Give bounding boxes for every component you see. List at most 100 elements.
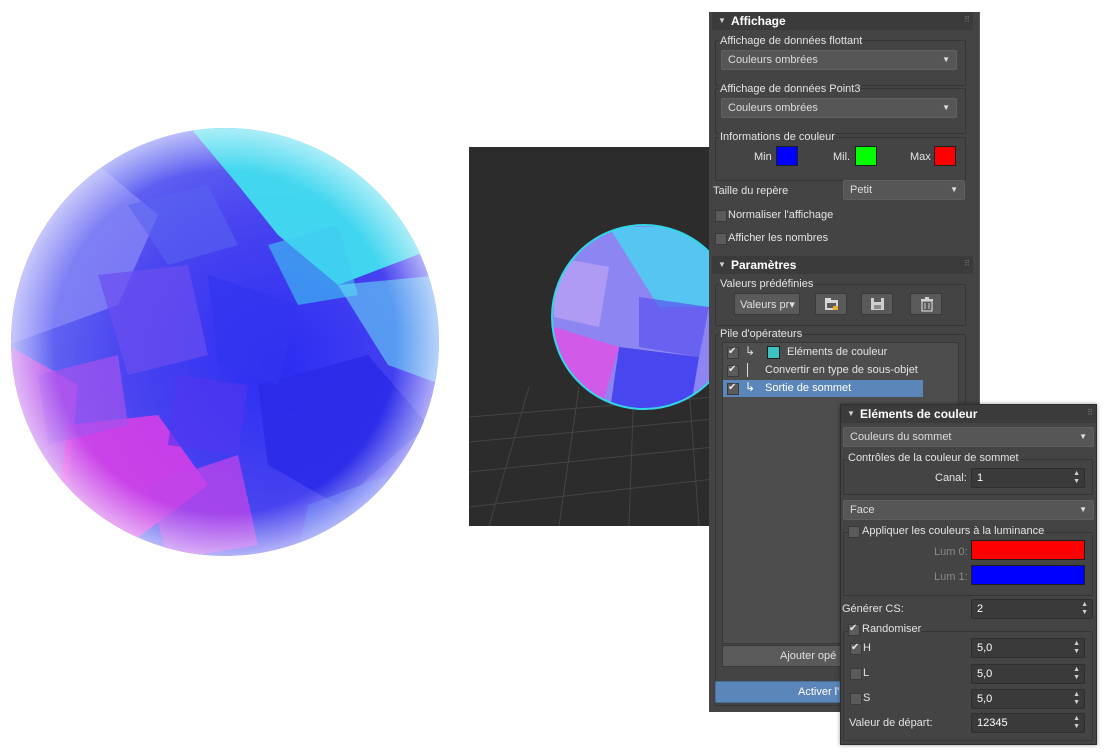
rollout-parametres-title: Paramètres: [731, 258, 797, 272]
show-numbers-label: Afficher les nombres: [728, 232, 829, 244]
randomize-label: Randomiser: [861, 623, 923, 635]
operator-stack-label: Pile d'opérateurs: [719, 328, 804, 340]
activate-label: Activer l': [798, 686, 840, 698]
activate-button[interactable]: Activer l': [715, 681, 855, 703]
branch-icon: ↳: [745, 380, 756, 394]
operator-label: Convertir en type de sous-objet: [765, 364, 918, 376]
spinner-arrows-icon: ▲ ▼: [1073, 715, 1080, 730]
save-icon: [871, 298, 884, 310]
face-mode-dropdown[interactable]: Face ▼: [843, 500, 1094, 520]
seed-spinner[interactable]: 12345 ▲ ▼: [971, 713, 1085, 733]
operator-label: Sortie de sommet: [765, 382, 852, 394]
branch-icon: ↳: [745, 344, 756, 358]
operator-row-vertex-output[interactable]: ↳ Sortie de sommet: [723, 380, 923, 397]
viewport-3d[interactable]: [469, 147, 714, 526]
color-source-value: Couleurs du sommet: [850, 431, 952, 443]
saturation-label: S: [863, 692, 871, 704]
operator-row-convert-subobject[interactable]: Convertir en type de sous-objet: [723, 362, 923, 379]
operator-checkbox[interactable]: [727, 364, 739, 377]
hue-checkbox[interactable]: [850, 642, 862, 655]
hue-value: 5,0: [977, 642, 993, 654]
lum1-color-swatch[interactable]: [971, 565, 1085, 585]
color-source-dropdown[interactable]: Couleurs du sommet ▼: [843, 427, 1094, 447]
spinner-arrows-icon: ▲ ▼: [1073, 691, 1080, 706]
gizmo-size-dropdown[interactable]: Petit ▼: [843, 180, 965, 200]
lum1-label: Lum 1:: [934, 571, 968, 583]
trash-icon: [921, 297, 933, 312]
generate-cs-label: Générer CS:: [842, 603, 904, 615]
apply-luminance-checkbox[interactable]: [848, 526, 860, 538]
delete-preset-button[interactable]: [910, 293, 942, 315]
dropdown-caret-icon: ▼: [1079, 505, 1087, 514]
spinner-arrows-icon: ▲ ▼: [1073, 666, 1080, 681]
dropdown-caret-icon: ▼: [942, 55, 950, 64]
color-elements-sphere-render: [11, 128, 439, 556]
seed-value: 12345: [977, 717, 1008, 729]
seed-label: Valeur de départ:: [849, 717, 933, 729]
saturation-spinner[interactable]: 5,0 ▲ ▼: [971, 689, 1085, 709]
spinner-arrows-icon: ▲ ▼: [1073, 470, 1080, 485]
dropdown-caret-icon: ▼: [950, 185, 958, 194]
grip-icon: ⠿: [1087, 408, 1093, 417]
operator-row-color-elements[interactable]: ↳ Eléments de couleur: [723, 344, 923, 361]
hue-spinner[interactable]: 5,0 ▲ ▼: [971, 638, 1085, 658]
lightness-checkbox[interactable]: [850, 668, 862, 680]
operator-label: Eléments de couleur: [787, 346, 888, 358]
color-elements-swatch: [767, 346, 780, 359]
gizmo-size-value: Petit: [850, 184, 873, 196]
presets-label: Valeurs prédéfinies: [719, 278, 815, 290]
channel-label: Canal:: [935, 472, 967, 484]
rollout-elements-header[interactable]: ▼ Eléments de couleur ⠿: [841, 405, 1096, 423]
operator-checkbox[interactable]: [727, 346, 739, 359]
rollout-affichage-title: Affichage: [731, 14, 786, 28]
color-elements-panel: ▼ Eléments de couleur ⠿ Couleurs du somm…: [840, 404, 1097, 745]
collapse-arrow-icon: ▼: [718, 16, 726, 25]
mid-label: Mil.: [833, 151, 851, 163]
add-operator-label: Ajouter opé: [780, 650, 837, 662]
dropdown-caret-icon: ▼: [942, 103, 950, 112]
min-label: Min: [754, 151, 772, 163]
generate-cs-spinner[interactable]: 2 ▲ ▼: [971, 599, 1093, 619]
collapse-arrow-icon: ▼: [847, 409, 855, 418]
dropdown-caret-icon: ▼: [1079, 432, 1087, 441]
grip-icon: ⠿: [964, 15, 970, 24]
hue-label: H: [863, 642, 871, 654]
normalize-label: Normaliser l'affichage: [728, 209, 834, 221]
presets-button-label: Valeurs pr▾: [740, 299, 795, 311]
saturation-checkbox[interactable]: [850, 693, 862, 705]
generate-cs-value: 2: [977, 603, 984, 615]
channel-spinner[interactable]: 1 ▲ ▼: [971, 468, 1085, 488]
saturation-value: 5,0: [977, 693, 993, 705]
point3-display-label: Affichage de données Point3: [719, 83, 862, 95]
float-display-label: Affichage de données flottant: [719, 35, 864, 47]
save-preset-button[interactable]: [861, 293, 893, 315]
lum0-label: Lum 0:: [934, 546, 968, 558]
apply-luminance-label: Appliquer les couleurs à la luminance: [861, 525, 1046, 537]
max-label: Max: [910, 151, 931, 163]
folder-icon: [825, 298, 838, 310]
presets-dropdown-button[interactable]: Valeurs pr▾: [734, 293, 800, 315]
lum0-color-swatch[interactable]: [971, 540, 1085, 560]
mid-color-swatch[interactable]: [855, 146, 877, 166]
float-display-value: Couleurs ombrées: [728, 54, 818, 66]
gizmo-size-label: Taille du repère: [713, 185, 789, 197]
channel-value: 1: [977, 472, 984, 484]
rollout-affichage-header[interactable]: ▼ Affichage ⠿: [712, 12, 973, 30]
lightness-value: 5,0: [977, 668, 993, 680]
load-preset-button[interactable]: [815, 293, 847, 315]
float-display-dropdown[interactable]: Couleurs ombrées ▼: [721, 50, 957, 70]
point3-display-value: Couleurs ombrées: [728, 102, 818, 114]
operator-checkbox[interactable]: [727, 382, 739, 395]
color-info-label: Informations de couleur: [719, 131, 836, 143]
lightness-spinner[interactable]: 5,0 ▲ ▼: [971, 664, 1085, 684]
max-color-swatch[interactable]: [934, 146, 956, 166]
spinner-arrows-icon: ▲ ▼: [1073, 640, 1080, 655]
grip-icon: ⠿: [964, 259, 970, 268]
randomize-checkbox[interactable]: [848, 623, 860, 636]
point3-display-dropdown[interactable]: Couleurs ombrées ▼: [721, 98, 957, 118]
rollout-parametres-header[interactable]: ▼ Paramètres ⠿: [712, 256, 973, 274]
rollout-elements-title: Eléments de couleur: [860, 407, 978, 421]
min-color-swatch[interactable]: [776, 146, 798, 166]
normalize-checkbox[interactable]: [715, 210, 727, 222]
show-numbers-checkbox[interactable]: [715, 233, 727, 245]
